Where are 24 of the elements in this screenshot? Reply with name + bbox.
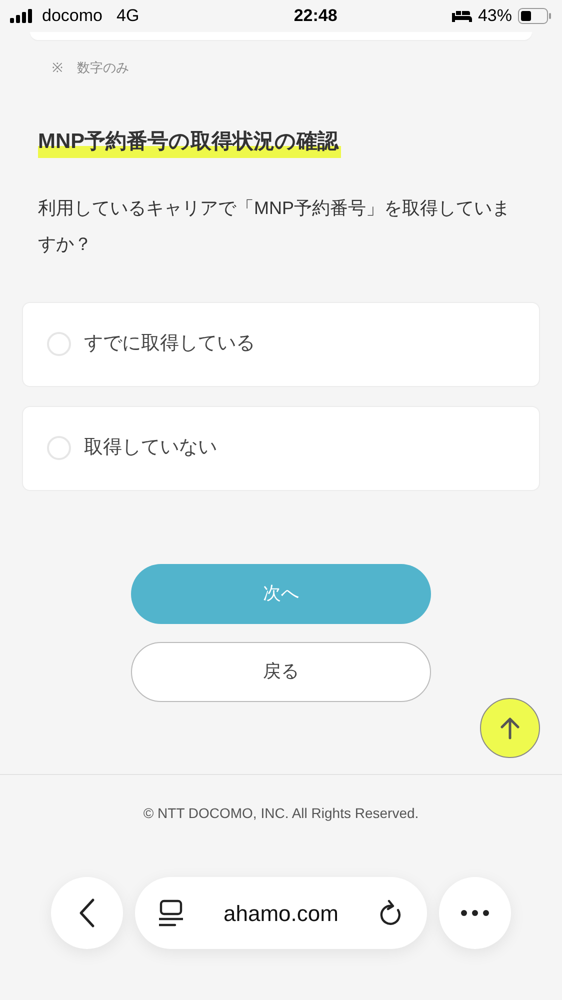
option-label: 取得していない [84, 436, 217, 460]
carrier-name: docomo [42, 5, 102, 28]
url-text: ahamo.com [224, 900, 338, 928]
radio-option[interactable]: 取得していない [22, 406, 540, 490]
battery-percent: 43% [478, 5, 512, 28]
arrow-up-icon [499, 716, 521, 740]
more-icon [461, 910, 489, 916]
bed-icon [452, 10, 472, 22]
chevron-left-icon [79, 898, 95, 928]
note-mark: ※ [52, 59, 63, 77]
reader-icon [159, 899, 183, 927]
radio-button[interactable] [47, 332, 71, 356]
network-type: 4G [116, 5, 140, 28]
copyright-text: © NTT DOCOMO, INC. All Rights Reserved. [143, 804, 419, 823]
question-text: 利用しているキャリアで「MNP予約番号」を取得していますか？ [38, 196, 511, 256]
reload-icon[interactable] [378, 899, 403, 927]
note-text: 数字のみ [77, 59, 129, 77]
radio-button[interactable] [47, 436, 71, 460]
clock: 22:48 [294, 5, 338, 28]
back-button[interactable]: 戻る [131, 642, 431, 702]
option-label: すでに取得している [84, 332, 255, 356]
radio-option[interactable]: すでに取得している [22, 302, 540, 386]
battery-icon [518, 8, 552, 24]
address-bar[interactable]: ahamo.com [135, 877, 427, 949]
